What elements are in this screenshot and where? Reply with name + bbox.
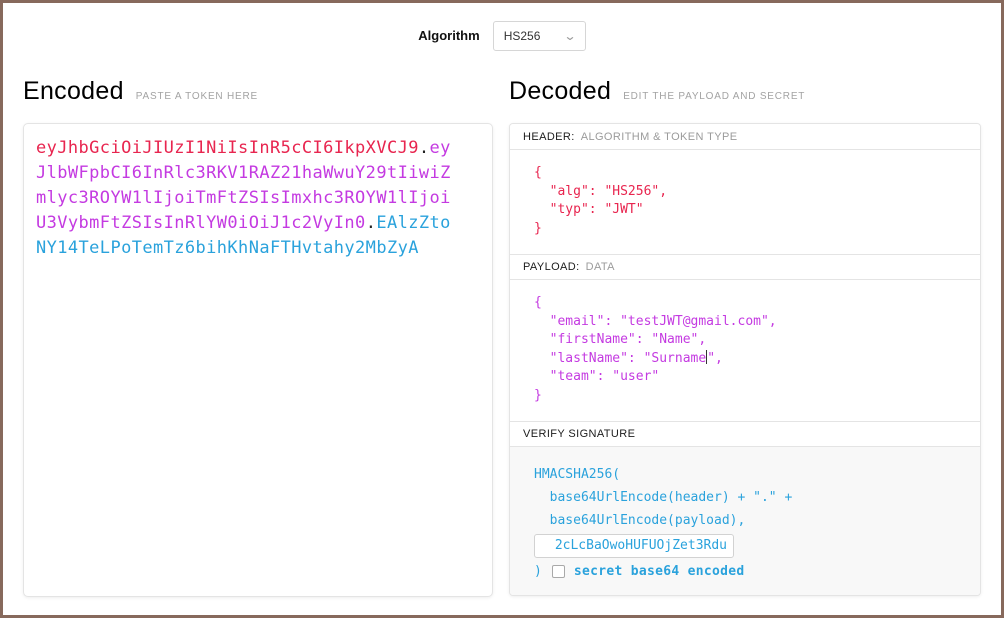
verify-section-label: VERIFY SIGNATURE xyxy=(523,428,635,440)
algorithm-label: Algorithm xyxy=(418,28,479,43)
decoded-column: Decoded EDIT THE PAYLOAD AND SECRET HEAD… xyxy=(509,51,981,597)
payload-section-sublabel: DATA xyxy=(586,261,615,273)
verify-signature-area: HMACSHA256( base64UrlEncode(header) + ".… xyxy=(510,447,980,595)
code-line: "team": "user" xyxy=(534,368,956,387)
algorithm-select[interactable]: HS256 ⌄ xyxy=(493,21,586,51)
decoded-heading: Decoded EDIT THE PAYLOAD AND SECRET xyxy=(509,77,981,107)
code-line: } xyxy=(534,220,956,239)
code-line: "email": "testJWT@gmail.com", xyxy=(534,313,956,332)
decoded-panel: HEADER: ALGORITHM & TOKEN TYPE { "alg": … xyxy=(509,123,981,596)
code-line: "alg": "HS256", xyxy=(534,183,956,202)
secret-base64-checkbox[interactable] xyxy=(552,565,565,578)
secret-input[interactable]: 2cLcBaOwoHUFUOjZet3Rdu xyxy=(534,534,734,558)
main-columns: Encoded PASTE A TOKEN HERE eyJhbGciOiJIU… xyxy=(3,51,1001,597)
code-line: "firstName": "Name", xyxy=(534,331,956,350)
code-line: { xyxy=(534,164,956,183)
header-section-sublabel: ALGORITHM & TOKEN TYPE xyxy=(581,131,738,143)
code-line: HMACSHA256( xyxy=(534,463,956,486)
verify-section-bar: VERIFY SIGNATURE xyxy=(510,421,980,447)
chevron-down-icon: ⌄ xyxy=(563,30,576,42)
text-caret xyxy=(706,350,707,364)
decoded-title: Decoded xyxy=(509,77,611,106)
token-line: eyJhbGciOiJIUzI1NiIsInR5cCI6IkpXVCJ9.ey xyxy=(36,136,480,161)
app-frame: Algorithm HS256 ⌄ Encoded PASTE A TOKEN … xyxy=(0,0,1004,618)
verify-bottom-row: ) secret base64 encoded xyxy=(534,564,956,579)
encoded-column: Encoded PASTE A TOKEN HERE eyJhbGciOiJIU… xyxy=(23,51,493,597)
token-line: NY14TeLPoTemTz6bihKhNaFTHvtahy2MbZyA xyxy=(36,236,480,261)
header-section-bar: HEADER: ALGORITHM & TOKEN TYPE xyxy=(510,124,980,150)
token-line: JlbWFpbCI6InRlc3RKV1RAZ21haWwuY29tIiwiZ xyxy=(36,161,480,186)
payload-section-bar: PAYLOAD: DATA xyxy=(510,254,980,280)
toolbar: Algorithm HS256 ⌄ xyxy=(3,3,1001,51)
payload-section-label: PAYLOAD: xyxy=(523,261,580,273)
closing-paren: ) xyxy=(534,564,542,579)
encoded-subtitle: PASTE A TOKEN HERE xyxy=(136,91,258,102)
encoded-heading: Encoded PASTE A TOKEN HERE xyxy=(23,77,493,107)
token-line: mlyc3ROYW1lIjoiTmFtZSIsImxhc3ROYW1lIjoi xyxy=(36,186,480,211)
code-line: } xyxy=(534,387,956,406)
code-line: base64UrlEncode(header) + "." + xyxy=(534,486,956,509)
algorithm-selected-value: HS256 xyxy=(504,29,541,43)
code-line: base64UrlEncode(payload), xyxy=(534,509,956,532)
decoded-subtitle: EDIT THE PAYLOAD AND SECRET xyxy=(623,91,805,102)
token-line: U3VybmFtZSIsInRlYW0iOiJ1c2VyIn0.EAlzZto xyxy=(36,211,480,236)
code-line: { xyxy=(534,294,956,313)
encoded-token-editor[interactable]: eyJhbGciOiJIUzI1NiIsInR5cCI6IkpXVCJ9.eyJ… xyxy=(23,123,493,597)
code-line: "lastName": "Surname", xyxy=(534,350,956,369)
secret-base64-checkbox-label[interactable]: secret base64 encoded xyxy=(574,564,745,579)
code-line: "typ": "JWT" xyxy=(534,201,956,220)
header-code-editor[interactable]: { "alg": "HS256", "typ": "JWT"} xyxy=(510,150,980,254)
verify-code-block: HMACSHA256( base64UrlEncode(header) + ".… xyxy=(534,463,956,532)
header-section-label: HEADER: xyxy=(523,131,575,143)
encoded-title: Encoded xyxy=(23,77,124,106)
payload-code-editor[interactable]: { "email": "testJWT@gmail.com", "firstNa… xyxy=(510,280,980,421)
